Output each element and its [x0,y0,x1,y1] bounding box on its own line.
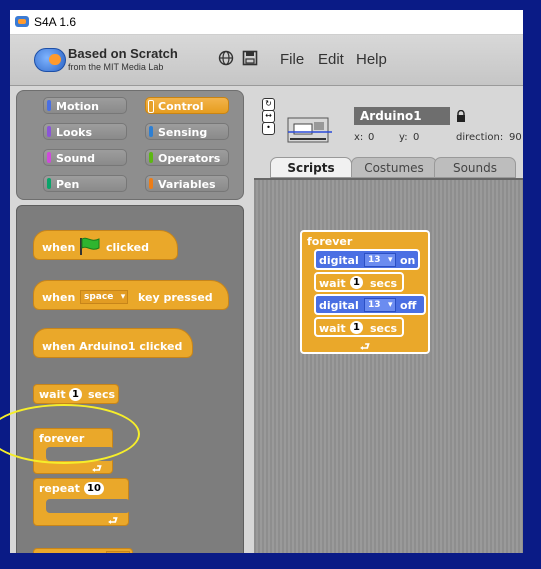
category-looks[interactable]: Looks [43,123,127,140]
block-label: wait [319,277,346,290]
tab-scripts[interactable]: Scripts [270,157,352,178]
title-bar: S4A 1.6 [10,10,523,35]
sprite-info: ↻ ↔ • Arduino1 x: 0 y: 0 direction: 90 S… [246,90,523,178]
variables-color-bar [149,178,153,189]
lock-icon[interactable] [456,110,466,122]
save-icon[interactable] [242,50,258,66]
sound-color-bar [47,152,51,163]
y-label: y: [399,132,408,143]
direction-value: 90 [509,132,522,143]
block-label: digital [319,299,359,312]
x-label: x: [354,132,364,143]
category-label: Motion [56,100,99,113]
when-flag-clicked-block[interactable]: when clicked [33,230,178,260]
wait-secs-block[interactable]: wait 1 secs [314,272,404,292]
block-label: broadcast [39,552,101,553]
when-key-pressed-block[interactable]: when space key pressed [33,280,229,310]
category-sensing[interactable]: Sensing [145,123,229,140]
wait-secs-block[interactable]: wait 1 secs [314,317,404,337]
tab-costumes[interactable]: Costumes [351,157,437,178]
block-label: repeat [39,482,80,495]
category-operators[interactable]: Operators [145,149,229,166]
sensing-color-bar [149,126,153,137]
tab-sounds[interactable]: Sounds [434,157,516,178]
category-label: Looks [56,126,92,139]
logo-subtitle: from the MIT Media Lab [68,62,164,72]
block-label: key pressed [138,291,213,304]
category-label: Control [158,100,204,113]
block-label: clicked [106,241,149,254]
block-label: when [42,291,76,304]
x-value: 0 [368,132,375,143]
direction-label: direction: [456,132,504,143]
wait-value-field[interactable]: 1 [69,388,82,401]
s4a-window: S4A 1.6 Based on Scratch from the MIT Me… [10,10,523,553]
forever-script-block[interactable]: forever digital 13 on wait 1 secs digita… [300,230,430,354]
menu-edit[interactable]: Edit [318,51,344,68]
globe-icon[interactable] [218,50,234,66]
y-value: 0 [413,132,420,143]
repeat-value-field[interactable]: 10 [84,482,104,495]
arduino-sprite-thumbnail [287,117,332,143]
digital-on-block[interactable]: digital 13 on [314,249,420,270]
operators-color-bar [149,152,153,163]
motion-color-bar [47,100,51,111]
no-rotate-icon[interactable]: • [262,122,275,135]
menu-bar: Based on Scratch from the MIT Media Lab … [10,35,523,86]
category-label: Sensing [158,126,208,139]
blocks-palette: when clicked when space key pressed when… [16,205,244,553]
category-label: Operators [158,152,221,165]
key-dropdown[interactable]: space [80,290,129,304]
block-label: off [400,299,417,312]
category-motion[interactable]: Motion [43,97,127,114]
loop-arrow-icon: ⮐ [92,462,102,475]
logo-title: Based on Scratch [68,46,178,61]
category-sound[interactable]: Sound [43,149,127,166]
block-label: secs [370,322,398,335]
block-label: when [42,241,76,254]
block-label: secs [370,277,398,290]
block-label: wait [319,322,346,335]
category-label: Pen [56,178,80,191]
when-arduino-clicked-block[interactable]: when Arduino1 clicked [33,328,193,358]
block-label: on [400,254,416,267]
pin-dropdown[interactable]: 13 [364,253,396,267]
category-label: Sound [56,152,96,165]
loop-arrow-icon: ⮐ [360,340,370,353]
wait-value-field[interactable]: 1 [350,321,363,334]
pen-color-bar [47,178,51,189]
loop-arrow-icon: ⮐ [108,514,118,527]
category-label: Variables [158,178,216,191]
category-control[interactable]: Control [145,97,229,114]
window-title: S4A 1.6 [34,15,77,29]
green-flag-icon [80,237,100,255]
category-pen[interactable]: Pen [43,175,127,192]
scratch-logo-icon [34,48,66,72]
looks-color-bar [47,126,51,137]
scripts-area: forever digital 13 on wait 1 secs digita… [254,178,523,553]
block-label: forever [307,235,353,248]
repeat-slot [46,499,130,513]
menu-help[interactable]: Help [356,51,387,68]
wait-value-field[interactable]: 1 [350,276,363,289]
repeat-block[interactable]: repeat 10 ⮐ [33,478,130,527]
block-label: digital [319,254,359,267]
broadcast-block[interactable]: broadcast [33,548,133,553]
block-label: secs [88,388,116,401]
sprite-name-field[interactable]: Arduino1 [354,107,450,125]
wait-secs-block[interactable]: wait 1 secs [33,384,119,404]
block-label: when Arduino1 clicked [42,340,183,353]
block-label: wait [39,388,66,401]
s4a-app-icon [15,16,29,27]
pin-dropdown[interactable]: 13 [364,298,396,312]
category-variables[interactable]: Variables [145,175,229,192]
menu-file[interactable]: File [280,51,304,68]
category-pane: Motion Control Looks Sensing Sound Opera… [16,90,244,200]
digital-off-block[interactable]: digital 13 off [314,294,426,315]
control-color-bar [148,100,154,113]
broadcast-dropdown[interactable] [106,551,130,553]
